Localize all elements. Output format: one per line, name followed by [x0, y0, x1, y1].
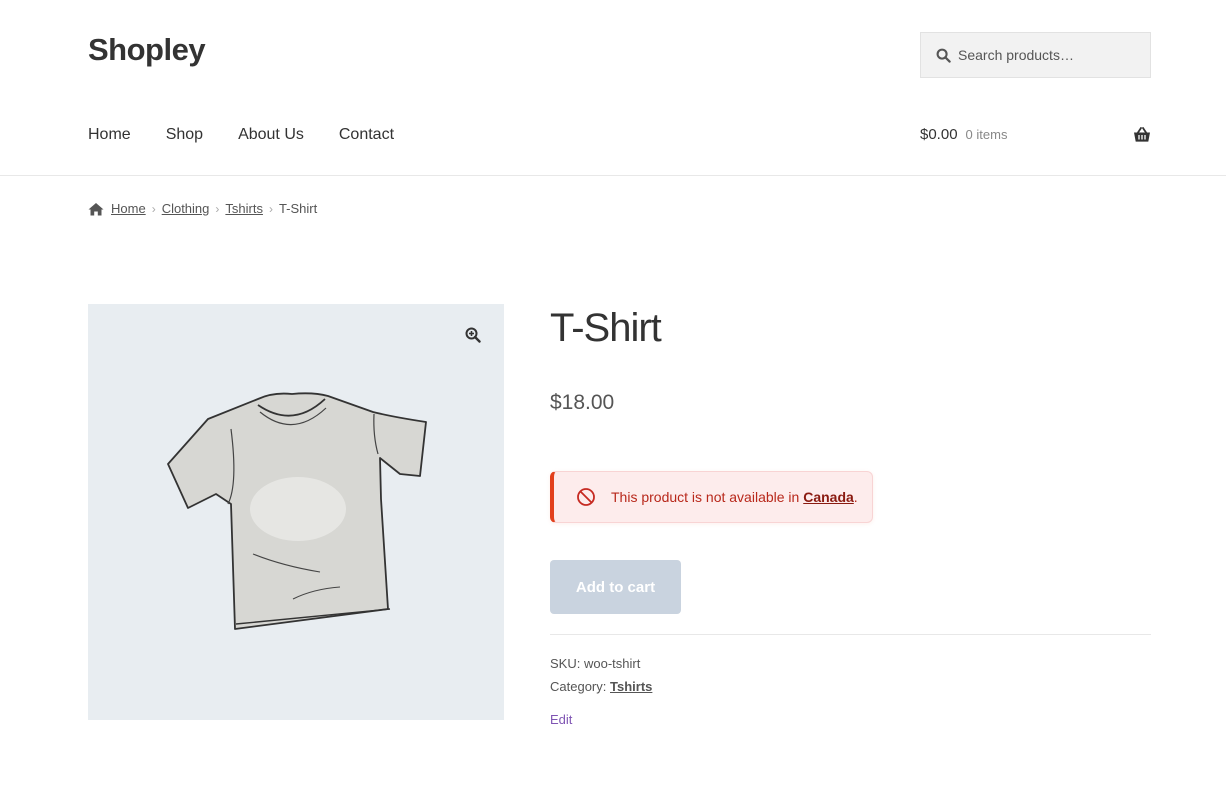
product-meta: SKU: woo-tshirt Category: Tshirts	[550, 652, 652, 698]
chevron-right-icon: ›	[151, 201, 156, 216]
category-row: Category: Tshirts	[550, 675, 652, 698]
zoom-icon[interactable]	[459, 321, 487, 349]
nav-item-contact[interactable]: Contact	[339, 126, 394, 144]
cart-count: 0 items	[965, 127, 1008, 142]
meta-divider	[550, 634, 1151, 635]
category-link[interactable]: Tshirts	[610, 679, 652, 694]
add-to-cart-button[interactable]: Add to cart	[550, 560, 681, 614]
chevron-right-icon: ›	[268, 201, 273, 216]
notice-text: This product is not available in	[611, 489, 804, 505]
primary-nav: Home Shop About Us Contact	[88, 126, 429, 144]
breadcrumb-home[interactable]: Home	[111, 201, 146, 216]
basket-icon[interactable]	[1133, 126, 1151, 143]
breadcrumb: Home › Clothing › Tshirts › T-Shirt	[88, 201, 317, 216]
category-label: Category:	[550, 679, 607, 694]
product-gallery[interactable]	[88, 304, 504, 720]
search-box[interactable]	[920, 32, 1151, 78]
nav-item-about-us[interactable]: About Us	[238, 126, 304, 144]
home-icon	[88, 202, 104, 216]
product-title: T-Shirt	[550, 306, 662, 350]
sku-row: SKU: woo-tshirt	[550, 652, 652, 675]
breadcrumb-tshirts[interactable]: Tshirts	[225, 201, 263, 216]
tshirt-image	[167, 392, 427, 630]
nav-item-shop[interactable]: Shop	[166, 126, 203, 144]
search-icon	[936, 48, 951, 63]
notice-suffix: .	[853, 489, 858, 505]
country-link[interactable]: Canada	[803, 489, 854, 505]
ban-icon	[576, 487, 596, 507]
product-price: $18.00	[550, 391, 615, 414]
header-divider	[0, 175, 1226, 176]
notice-message: This product is not available in Canada.	[611, 489, 858, 505]
availability-notice: This product is not available in Canada.	[550, 471, 873, 523]
nav-item-home[interactable]: Home	[88, 126, 131, 144]
sku-value: woo-tshirt	[583, 656, 641, 671]
sku-label: SKU:	[550, 656, 581, 671]
search-input[interactable]	[958, 47, 1138, 63]
breadcrumb-clothing[interactable]: Clothing	[162, 201, 210, 216]
edit-link[interactable]: Edit	[550, 712, 572, 727]
breadcrumb-current: T-Shirt	[278, 201, 318, 216]
site-title[interactable]: Shopley	[88, 32, 206, 68]
mini-cart[interactable]: $0.00 0 items	[920, 126, 1151, 143]
chevron-right-icon: ›	[215, 201, 220, 216]
cart-amount: $0.00	[920, 126, 958, 143]
